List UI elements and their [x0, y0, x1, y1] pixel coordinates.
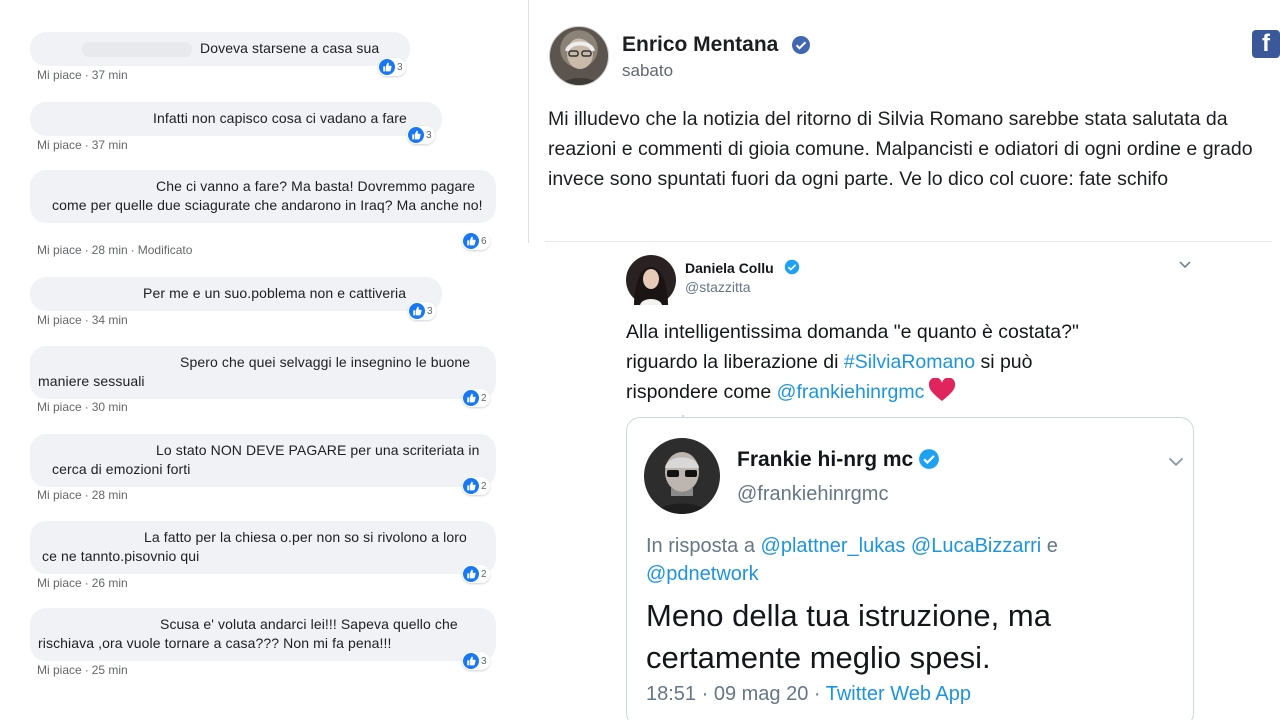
- verified-badge-icon: [791, 35, 811, 60]
- comment-bubble: Per me e un suo.poblema non e cattiveria: [30, 277, 442, 311]
- like-link[interactable]: Mi piace: [37, 576, 82, 590]
- comment: Per me e un suo.poblema non e cattiveria…: [30, 277, 442, 327]
- reaction-count[interactable]: 3: [407, 126, 435, 144]
- verified-badge-icon: [784, 259, 800, 280]
- like-link[interactable]: Mi piace: [37, 243, 82, 257]
- comment-meta: Mi piace · 26 min: [37, 576, 128, 590]
- comment-time[interactable]: 30 min: [92, 400, 128, 414]
- comment-bubble: La fatto per la chiesa o.per non so si r…: [30, 521, 496, 574]
- hidden-author-name: [82, 41, 192, 57]
- like-link[interactable]: Mi piace: [37, 138, 82, 152]
- like-icon: [463, 233, 479, 249]
- reaction-count[interactable]: 2: [462, 565, 490, 583]
- tweet-timestamp[interactable]: 18:51 · 09 mag 20 ·: [646, 683, 826, 705]
- like-icon: [463, 478, 479, 494]
- comment-meta: Mi piace · 37 min: [37, 138, 128, 152]
- comment-meta: Mi piace · 30 min: [37, 400, 128, 414]
- edited-label[interactable]: Modificato: [138, 243, 193, 257]
- comment-meta: Mi piace · 37 min: [37, 68, 128, 82]
- comment-time[interactable]: 34 min: [92, 313, 128, 327]
- like-icon: [379, 59, 395, 75]
- reaction-count[interactable]: 6: [462, 232, 490, 250]
- comment-time[interactable]: 37 min: [92, 138, 128, 152]
- tweet-source-app[interactable]: Twitter Web App: [826, 683, 971, 705]
- reaction-count[interactable]: 2: [462, 477, 490, 495]
- quoted-tweet-meta: 18:51 · 09 mag 20 · Twitter Web App: [646, 683, 971, 706]
- comment-text: Doveva starsene a casa sua: [200, 40, 380, 56]
- like-link[interactable]: Mi piace: [37, 488, 82, 502]
- reaction-count[interactable]: 3: [408, 302, 436, 320]
- comment-text: La fatto per la chiesa o.per non so si r…: [42, 529, 467, 564]
- facebook-post: Enrico Mentana sabato f Mi illudevo che …: [528, 0, 1280, 243]
- chevron-down-icon[interactable]: [1167, 452, 1185, 475]
- quoted-author-avatar[interactable]: [644, 438, 720, 514]
- comment: La fatto per la chiesa o.per non so si r…: [30, 521, 496, 590]
- comment-text: Per me e un suo.poblema non e cattiveria: [143, 285, 407, 301]
- comment-bubble: Lo stato NON DEVE PAGARE per una scriter…: [30, 434, 496, 487]
- comment-time[interactable]: 28 min: [92, 488, 128, 502]
- comment-bubble: Scusa e' voluta andarci lei!!! Sapeva qu…: [30, 608, 496, 661]
- comment-text: Lo stato NON DEVE PAGARE per una scriter…: [52, 442, 480, 477]
- reaction-count[interactable]: 3: [378, 58, 406, 76]
- mention-link[interactable]: @frankiehinrgmc: [777, 381, 925, 403]
- comment-text: Che ci vanno a fare? Ma basta! Dovremmo …: [52, 178, 483, 213]
- like-icon: [463, 390, 479, 406]
- comment-meta: Mi piace · 28 min: [37, 488, 128, 502]
- post-author-name[interactable]: Enrico Mentana: [622, 33, 778, 57]
- verified-badge-icon: [918, 448, 940, 475]
- quoted-tweet[interactable]: Frankie hi-nrg mc @frankiehinrgmc In ris…: [626, 417, 1194, 720]
- heart-icon: [928, 377, 956, 411]
- comment-bubble: Che ci vanno a fare? Ma basta! Dovremmo …: [30, 170, 496, 223]
- facebook-comments-panel: Doveva starsene a casa sua 3 Mi piace · 37…: [0, 0, 515, 720]
- comment: Scusa e' voluta andarci lei!!! Sapeva qu…: [30, 608, 496, 677]
- comment-text: Infatti non capisco cosa ci vadano a far…: [153, 110, 407, 126]
- divider: [545, 241, 1272, 242]
- quoted-tweet-text: Meno della tua istruzione, ma certamente…: [646, 598, 1051, 675]
- reply-mentions[interactable]: @plattner_lukas @LucaBizzarri: [761, 535, 1042, 557]
- reaction-count[interactable]: 2: [462, 389, 490, 407]
- comment-time[interactable]: 37 min: [92, 68, 128, 82]
- chevron-down-icon[interactable]: [1178, 257, 1192, 276]
- tweet-author-handle[interactable]: @stazzitta: [685, 279, 751, 295]
- comment-time[interactable]: 26 min: [92, 576, 128, 590]
- post-text: Mi illudevo che la notizia del ritorno d…: [548, 108, 1253, 190]
- like-link[interactable]: Mi piace: [37, 400, 82, 414]
- reaction-count[interactable]: 3: [462, 652, 490, 670]
- quoted-author-handle[interactable]: @frankiehinrgmc: [737, 483, 888, 506]
- like-link[interactable]: Mi piace: [37, 313, 82, 327]
- like-icon: [408, 127, 424, 143]
- comment-bubble: Infatti non capisco cosa ci vadano a far…: [30, 102, 442, 136]
- like-icon: [409, 303, 425, 319]
- comment-meta: Mi piace · 34 min: [37, 313, 128, 327]
- like-link[interactable]: Mi piace: [37, 663, 82, 677]
- comment: Doveva starsene a casa sua 3 Mi piace · 37…: [30, 32, 410, 82]
- comment-meta: Mi piace · 28 min · Modificato: [37, 243, 193, 257]
- hashtag-link[interactable]: #SilviaRomano: [844, 351, 975, 373]
- comment: Spero che quei selvaggi le insegnino le …: [30, 346, 496, 414]
- comment-bubble: Spero che quei selvaggi le insegnino le …: [30, 346, 496, 399]
- post-date[interactable]: sabato: [622, 61, 673, 81]
- tweet-author-avatar[interactable]: [626, 255, 676, 305]
- reply-context: In risposta a @plattner_lukas @LucaBizza…: [646, 535, 1058, 585]
- like-icon: [463, 566, 479, 582]
- comment-time[interactable]: 25 min: [92, 663, 128, 677]
- comment: Lo stato NON DEVE PAGARE per una scriter…: [30, 434, 496, 502]
- comment-bubble: Doveva starsene a casa sua: [30, 32, 410, 66]
- comment-meta: Mi piace · 25 min: [37, 663, 128, 677]
- like-icon: [463, 653, 479, 669]
- comment-text: Scusa e' voluta andarci lei!!! Sapeva qu…: [38, 616, 458, 651]
- like-link[interactable]: Mi piace: [37, 68, 82, 82]
- tweet-text: Alla intelligentissima domanda "e quanto…: [626, 317, 1126, 411]
- author-avatar[interactable]: [549, 26, 609, 86]
- quoted-author-name[interactable]: Frankie hi-nrg mc: [737, 448, 913, 472]
- comment-text: Spero che quei selvaggi le insegnino le …: [38, 354, 471, 389]
- facebook-logo-icon: f: [1252, 30, 1280, 58]
- tweet-author-name[interactable]: Daniela Collu: [685, 260, 774, 276]
- tweet-card: Daniela Collu @stazzitta Alla intelligen…: [606, 243, 1220, 720]
- comment: Infatti non capisco cosa ci vadano a far…: [30, 102, 442, 152]
- comment: Che ci vanno a fare? Ma basta! Dovremmo …: [30, 170, 496, 257]
- reply-mention-last[interactable]: @pdnetwork: [646, 563, 759, 585]
- comment-time[interactable]: 28 min: [92, 243, 128, 257]
